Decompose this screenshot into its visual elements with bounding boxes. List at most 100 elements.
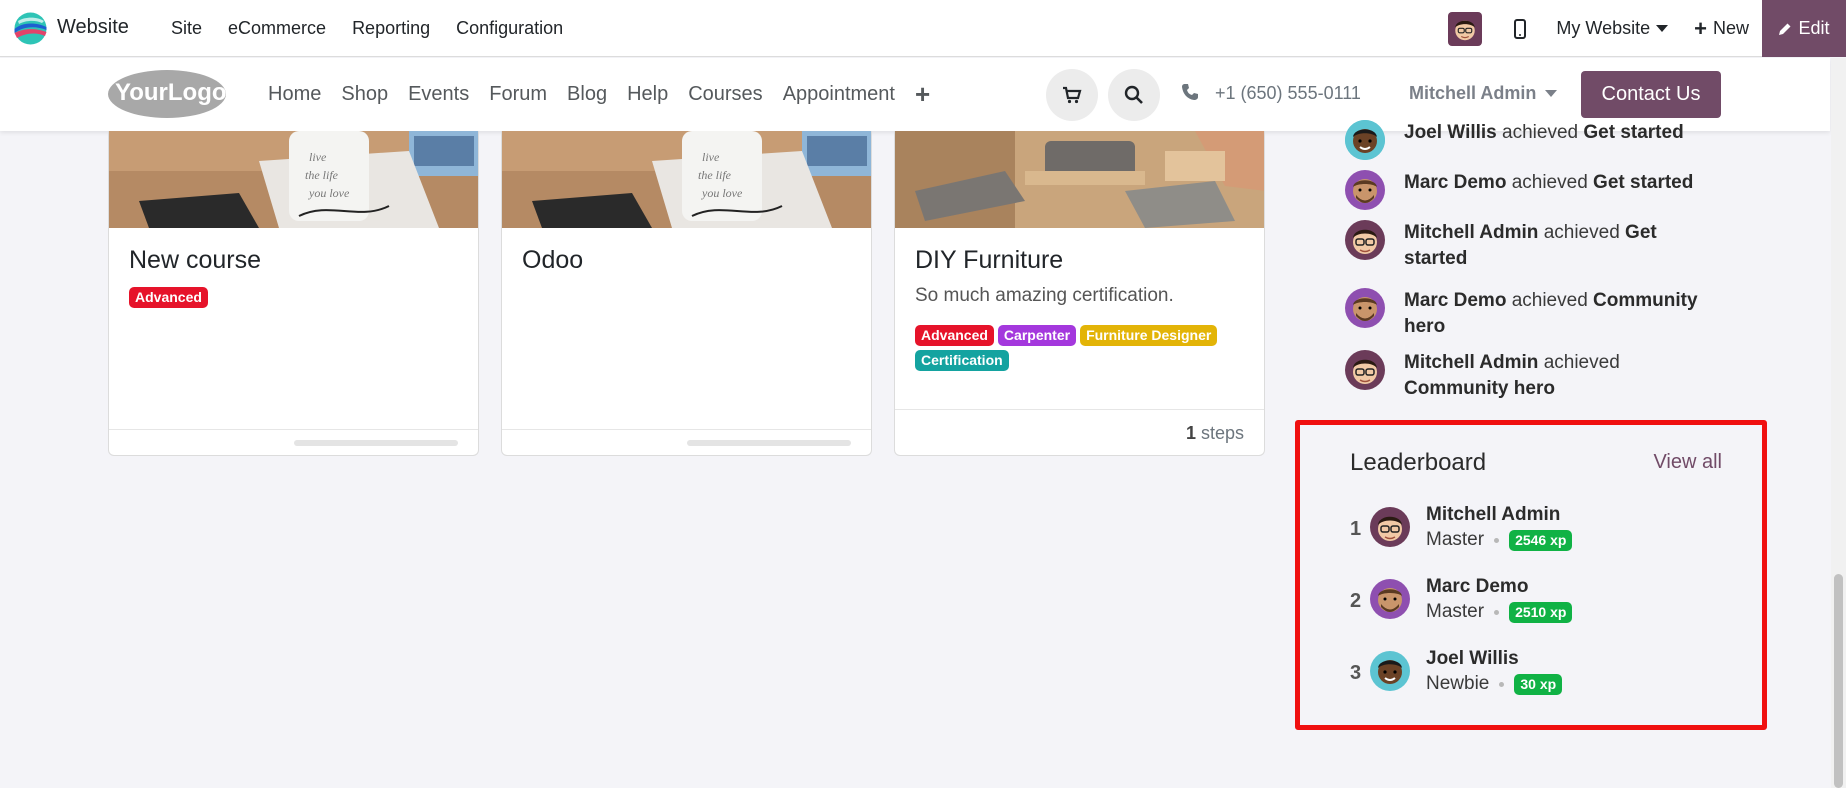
app-name[interactable]: Website: [57, 16, 129, 39]
achievement-verb: achieved: [1543, 222, 1620, 243]
view-all-link[interactable]: View all: [1653, 451, 1722, 474]
logo-text: YourLogo: [115, 79, 227, 106]
admin-menu: Site eCommerce Reporting Configuration: [158, 0, 576, 57]
cart-button[interactable]: [1046, 69, 1098, 121]
avatar[interactable]: [1370, 507, 1410, 547]
nav-help[interactable]: Help: [617, 83, 678, 106]
user-avatar[interactable]: [1448, 11, 1483, 46]
menu-site[interactable]: Site: [158, 0, 215, 57]
course-card[interactable]: live the life you love New course Advanc…: [108, 131, 479, 456]
achievement-verb: achieved: [1502, 122, 1579, 143]
leaderboard-name[interactable]: Marc Demo: [1426, 576, 1528, 598]
tag-badge[interactable]: Carpenter: [997, 325, 1077, 346]
achievement-badge: Community hero: [1404, 378, 1555, 399]
xp-badge: 30 xp: [1514, 673, 1563, 695]
course-title[interactable]: Odoo: [502, 228, 871, 275]
separator-dot: [1494, 609, 1500, 615]
course-image: live the life you love: [502, 131, 871, 228]
user-menu-label: Mitchell Admin: [1409, 83, 1537, 103]
leaderboard-meta: Newbie 30 xp: [1426, 673, 1563, 695]
avatar[interactable]: [1345, 120, 1385, 160]
tag-badge[interactable]: Furniture Designer: [1080, 325, 1218, 346]
user-menu[interactable]: Mitchell Admin: [1409, 83, 1558, 104]
course-image: live the life you love: [109, 131, 478, 228]
leaderboard-name[interactable]: Mitchell Admin: [1426, 504, 1560, 526]
course-description: So much amazing certification.: [915, 285, 1174, 306]
mobile-preview-icon[interactable]: [1510, 14, 1530, 44]
course-progress-bar: [687, 440, 851, 446]
phone-icon: [1181, 83, 1199, 106]
site-nav: Home Shop Events Forum Blog Help Courses…: [258, 58, 940, 131]
avatar[interactable]: [1345, 170, 1385, 210]
tag-badge[interactable]: Advanced: [129, 287, 208, 308]
nav-shop[interactable]: Shop: [331, 83, 398, 106]
search-icon: [1124, 85, 1143, 104]
avatar[interactable]: [1370, 579, 1410, 619]
tag-badge[interactable]: Advanced: [915, 325, 994, 346]
new-button-label: New: [1712, 18, 1749, 38]
course-progress-bar: [294, 440, 458, 446]
course-tags: Advanced Carpenter Furniture Designer Ce…: [895, 307, 1265, 371]
achievement-user[interactable]: Mitchell Admin: [1404, 222, 1538, 243]
leaderboard-rank: 1: [1350, 518, 1362, 540]
svg-text:the life: the life: [305, 168, 339, 182]
course-image: [895, 131, 1264, 228]
page-scrollbar[interactable]: [1831, 58, 1846, 788]
separator-dot: [1494, 537, 1500, 543]
cart-icon: [1063, 86, 1082, 104]
website-app-icon[interactable]: [14, 12, 47, 45]
svg-text:live: live: [309, 150, 327, 164]
xp-badge: 2546 xp: [1509, 529, 1573, 551]
menu-configuration[interactable]: Configuration: [443, 0, 576, 57]
leaderboard-row[interactable]: 3 Joel Willis Newbie 30 xp: [1350, 648, 1730, 698]
svg-text:you love: you love: [701, 186, 743, 200]
course-footer: [109, 429, 478, 455]
leaderboard-meta: Master 2546 xp: [1426, 529, 1573, 551]
nav-home[interactable]: Home: [258, 83, 331, 106]
achievement-user[interactable]: Marc Demo: [1404, 290, 1506, 311]
leaderboard-name[interactable]: Joel Willis: [1426, 648, 1519, 670]
steps-label: steps: [1200, 423, 1244, 443]
leaderboard-row[interactable]: 1 Mitchell Admin Master 2546 xp: [1350, 504, 1730, 554]
achievement-item: Mitchell Admin achieved Community hero: [1345, 350, 1725, 402]
nav-events[interactable]: Events: [398, 83, 479, 106]
achievement-user[interactable]: Mitchell Admin: [1404, 352, 1538, 373]
search-button[interactable]: [1108, 69, 1160, 121]
menu-ecommerce[interactable]: eCommerce: [215, 0, 339, 57]
achievement-text: Joel Willis achieved Get started: [1404, 120, 1684, 160]
avatar[interactable]: [1345, 288, 1385, 328]
steps-count: 1: [1185, 423, 1196, 443]
new-button[interactable]: + New: [1694, 16, 1749, 42]
menu-reporting[interactable]: Reporting: [339, 0, 443, 57]
tag-badge[interactable]: Certification: [915, 350, 1009, 371]
achievement-badge: Get started: [1593, 172, 1694, 193]
phone-number[interactable]: +1 (650) 555-0111: [1215, 83, 1361, 104]
achievement-user[interactable]: Marc Demo: [1404, 172, 1506, 193]
leaderboard-row[interactable]: 2 Marc Demo Master 2510 xp: [1350, 576, 1730, 626]
edit-button[interactable]: Edit: [1762, 0, 1846, 57]
admin-right-tools: My Website + New Edit: [1448, 0, 1846, 57]
course-card[interactable]: live the life you love Odoo: [501, 131, 872, 456]
course-title[interactable]: DIY Furniture: [895, 228, 1264, 275]
contact-us-button[interactable]: Contact Us: [1581, 71, 1721, 118]
site-logo[interactable]: YourLogo: [107, 68, 227, 120]
course-title[interactable]: New course: [109, 228, 478, 275]
avatar[interactable]: [1345, 350, 1385, 390]
achievement-verb: achieved: [1543, 352, 1620, 373]
nav-appointment[interactable]: Appointment: [773, 83, 905, 106]
course-tags: Advanced: [109, 275, 478, 308]
course-card[interactable]: DIY Furniture So much amazing certificat…: [894, 131, 1265, 456]
nav-courses[interactable]: Courses: [678, 83, 772, 106]
add-page-icon[interactable]: +: [905, 79, 940, 110]
nav-blog[interactable]: Blog: [557, 83, 617, 106]
scrollbar-thumb[interactable]: [1834, 574, 1843, 788]
xp-badge: 2510 xp: [1509, 601, 1573, 623]
avatar[interactable]: [1370, 651, 1410, 691]
website-switcher[interactable]: My Website: [1556, 18, 1669, 39]
chevron-down-icon: [1656, 25, 1669, 32]
avatar[interactable]: [1345, 220, 1385, 260]
admin-navbar: Website Site eCommerce Reporting Configu…: [0, 0, 1846, 57]
nav-forum[interactable]: Forum: [479, 83, 557, 106]
course-footer: 1 steps: [895, 409, 1264, 455]
achievement-user[interactable]: Joel Willis: [1404, 122, 1497, 143]
